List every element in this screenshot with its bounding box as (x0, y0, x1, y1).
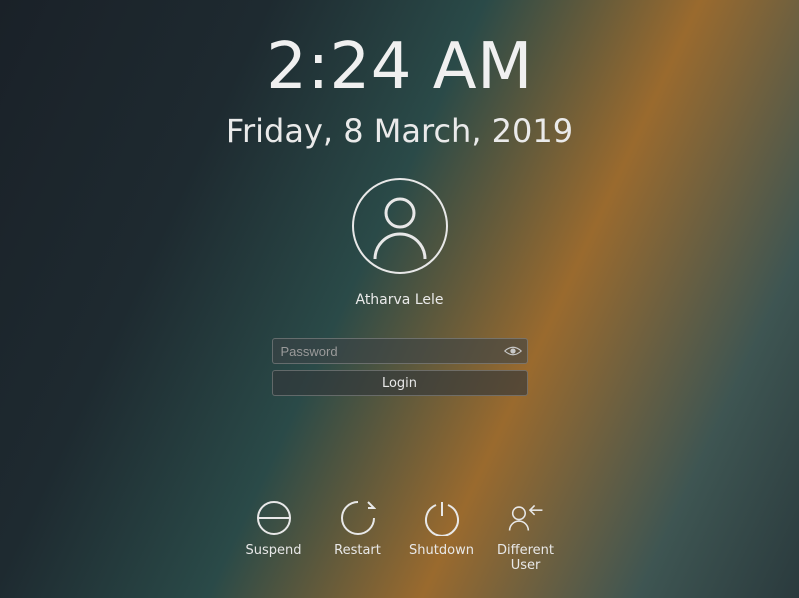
user-avatar (352, 178, 448, 274)
password-input[interactable] (272, 338, 528, 364)
show-password-icon[interactable] (504, 344, 522, 358)
suspend-label: Suspend (246, 544, 302, 559)
shutdown-button[interactable]: Shutdown (416, 500, 468, 574)
username-label: Atharva Lele (355, 292, 443, 308)
suspend-button[interactable]: Suspend (248, 500, 300, 574)
clock-date: Friday, 8 March, 2019 (226, 112, 573, 150)
clock-time: 2:24 AM (266, 30, 533, 104)
different-user-button[interactable]: Different User (500, 500, 552, 574)
suspend-icon (256, 500, 292, 536)
password-container (272, 338, 528, 364)
different-user-label: Different User (497, 544, 554, 574)
shutdown-icon (424, 500, 460, 536)
user-icon (365, 191, 435, 261)
login-button[interactable]: Login (272, 370, 528, 396)
shutdown-label: Shutdown (409, 544, 474, 559)
system-actions: Suspend Restart Shutdown (0, 500, 799, 574)
restart-button[interactable]: Restart (332, 500, 384, 574)
restart-icon (340, 500, 376, 536)
restart-label: Restart (334, 544, 381, 559)
different-user-icon (508, 500, 544, 536)
